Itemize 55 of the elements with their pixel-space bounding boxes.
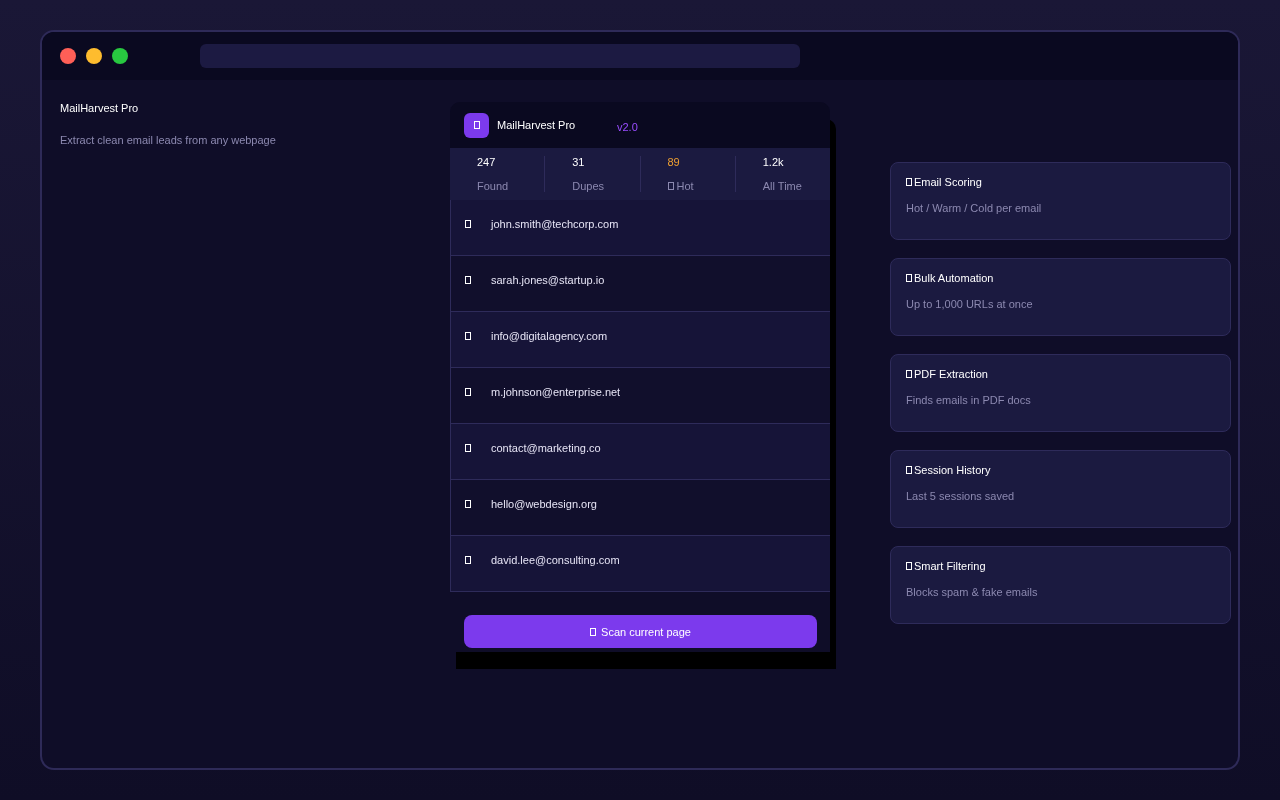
email-address: sarah.jones@startup.io: [491, 273, 605, 286]
stat-value: 31: [572, 156, 585, 168]
missing-glyph-icon: [465, 331, 471, 340]
email-address: info@digitalagency.com: [491, 329, 608, 342]
stat-value: 1.2k: [762, 156, 784, 168]
page-subtitle: Extract clean email leads from any webpage: [60, 134, 277, 146]
missing-glyph-icon: [906, 274, 912, 282]
popup-title: MailHarvest Pro: [497, 119, 577, 131]
email-row[interactable]: contact@marketing.co: [450, 424, 830, 480]
email-row[interactable]: david.lee@consulting.com: [450, 536, 830, 592]
missing-glyph-icon: [465, 443, 471, 452]
email-row[interactable]: john.smith@techcorp.com: [450, 200, 830, 256]
scan-button[interactable]: Scan current page: [464, 615, 817, 648]
email-address: m.johnson@enterprise.net: [491, 385, 621, 398]
email-row[interactable]: m.johnson@enterprise.net: [450, 368, 830, 424]
missing-glyph-icon: [906, 178, 912, 186]
feature-title: Bulk Automation: [906, 272, 1215, 284]
stat-value: 247: [477, 156, 496, 168]
feature-title: Session History: [906, 464, 1215, 476]
missing-glyph-icon: [465, 499, 471, 508]
stat-label: Hot: [667, 180, 694, 192]
stat-label: Dupes: [572, 180, 605, 192]
page-title: MailHarvest Pro: [60, 102, 140, 114]
email-row[interactable]: hello@webdesign.org: [450, 480, 830, 536]
stat-label: All Time: [762, 180, 802, 192]
missing-glyph-icon: [590, 627, 597, 636]
feature-description: Blocks spam & fake emails: [906, 586, 1039, 598]
window-control[interactable]: [86, 48, 102, 64]
email-row[interactable]: sarah.jones@startup.io: [450, 256, 830, 312]
window-control[interactable]: [60, 48, 76, 64]
feature-title: PDF Extraction: [906, 368, 1215, 380]
missing-glyph-icon: [473, 121, 480, 129]
email-address: john.smith@techcorp.com: [491, 217, 619, 230]
stat-label: Found: [477, 180, 509, 192]
feature-title: Email Scoring: [906, 176, 1215, 188]
email-address: contact@marketing.co: [491, 441, 601, 454]
missing-glyph-icon: [906, 562, 912, 570]
missing-glyph-icon: [465, 275, 471, 284]
email-address: hello@webdesign.org: [491, 497, 597, 510]
feature-description: Up to 1,000 URLs at once: [906, 298, 1034, 310]
version-label: v2.0: [617, 121, 638, 133]
feature-description: Hot / Warm / Cold per email: [906, 202, 1043, 214]
missing-glyph-icon: [906, 466, 912, 474]
email-address: david.lee@consulting.com: [491, 553, 620, 566]
missing-glyph-icon: [667, 182, 674, 190]
missing-glyph-icon: [465, 387, 471, 396]
feature-title: Smart Filtering: [906, 560, 1215, 572]
window-control[interactable]: [112, 48, 128, 64]
email-row[interactable]: info@digitalagency.com: [450, 312, 830, 368]
feature-description: Last 5 sessions saved: [906, 490, 1016, 502]
feature-description: Finds emails in PDF docs: [906, 394, 1032, 406]
missing-glyph-icon: [465, 219, 471, 228]
stat-value: 89: [667, 156, 680, 168]
missing-glyph-icon: [465, 555, 471, 564]
missing-glyph-icon: [906, 370, 912, 378]
